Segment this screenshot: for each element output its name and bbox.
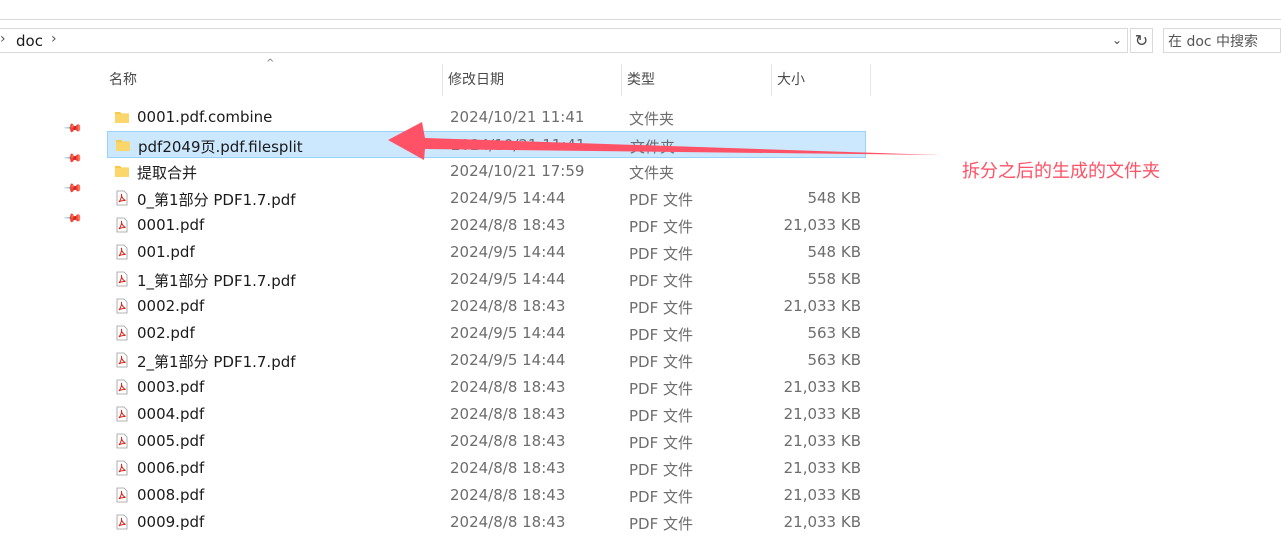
- file-name: pdf2049页.pdf.filesplit: [138, 138, 303, 156]
- file-row[interactable]: 0001.pdf.combine 2024/10/21 11:41 文件夹: [107, 104, 866, 131]
- column-header-type[interactable]: 类型: [622, 64, 772, 96]
- file-size: 563 KB: [807, 324, 861, 342]
- file-size: 21,033 KB: [783, 432, 861, 450]
- file-date: 2024/9/5 14:44: [450, 270, 566, 288]
- pin-icon[interactable]: 📌: [63, 178, 83, 198]
- search-box[interactable]: [1163, 28, 1281, 53]
- file-date: 2024/8/8 18:43: [450, 405, 566, 423]
- file-date: 2024/10/21 11:41: [450, 108, 585, 126]
- file-name: 0002.pdf: [137, 297, 205, 315]
- file-size: 21,033 KB: [783, 297, 861, 315]
- file-size: 558 KB: [807, 270, 861, 288]
- file-type: PDF 文件: [629, 461, 693, 479]
- column-header-date[interactable]: 修改日期: [443, 64, 622, 96]
- file-row[interactable]: 0009.pdf 2024/8/8 18:43 PDF 文件 21,033 KB: [107, 509, 866, 536]
- file-size: 21,033 KB: [783, 459, 861, 477]
- file-name: 0006.pdf: [137, 459, 205, 477]
- file-row[interactable]: 0004.pdf 2024/8/8 18:43 PDF 文件 21,033 KB: [107, 401, 866, 428]
- annotation-label: 拆分之后的生成的文件夹: [962, 161, 1160, 182]
- file-row[interactable]: 2_第1部分 PDF1.7.pdf 2024/9/5 14:44 PDF 文件 563…: [107, 347, 866, 374]
- file-name: 2_第1部分 PDF1.7.pdf: [137, 353, 296, 371]
- column-header-name[interactable]: 名称: [104, 64, 443, 96]
- navigation-pane: 📌 📌 📌 📌: [0, 55, 88, 526]
- refresh-button[interactable]: ↻: [1130, 28, 1153, 53]
- file-size: 21,033 KB: [783, 513, 861, 531]
- file-type: 文件夹: [629, 164, 675, 182]
- file-type: PDF 文件: [629, 434, 693, 452]
- file-size: 548 KB: [807, 189, 861, 207]
- pin-icon[interactable]: 📌: [63, 208, 83, 228]
- file-row[interactable]: 0006.pdf 2024/8/8 18:43 PDF 文件 21,033 KB: [107, 455, 866, 482]
- chevron-down-icon[interactable]: ⌄: [1112, 33, 1122, 47]
- file-name: 0001.pdf: [137, 216, 205, 234]
- file-name: 0001.pdf.combine: [137, 108, 273, 126]
- file-row[interactable]: 0005.pdf 2024/8/8 18:43 PDF 文件 21,033 KB: [107, 428, 866, 455]
- file-date: 2024/10/21 17:59: [450, 162, 585, 180]
- file-size: 548 KB: [807, 243, 861, 261]
- file-type: PDF 文件: [629, 353, 693, 371]
- file-type: PDF 文件: [629, 488, 693, 506]
- breadcrumb-chevron-icon[interactable]: ›: [0, 31, 6, 47]
- file-name: 0005.pdf: [137, 432, 205, 450]
- file-date: 2024/8/8 18:43: [450, 297, 566, 315]
- file-type: PDF 文件: [629, 380, 693, 398]
- file-size: 21,033 KB: [783, 405, 861, 423]
- file-date: 2024/8/8 18:43: [450, 216, 566, 234]
- file-row[interactable]: 0008.pdf 2024/8/8 18:43 PDF 文件 21,033 KB: [107, 482, 866, 509]
- file-name: 002.pdf: [137, 324, 195, 342]
- file-row[interactable]: 0003.pdf 2024/8/8 18:43 PDF 文件 21,033 KB: [107, 374, 866, 401]
- file-date: 2024/8/8 18:43: [450, 486, 566, 504]
- pin-icon[interactable]: 📌: [63, 118, 83, 138]
- file-row[interactable]: 1_第1部分 PDF1.7.pdf 2024/9/5 14:44 PDF 文件 558…: [107, 266, 866, 293]
- file-row[interactable]: 001.pdf 2024/9/5 14:44 PDF 文件 548 KB: [107, 239, 866, 266]
- file-size: 21,033 KB: [783, 216, 861, 234]
- file-type: PDF 文件: [629, 407, 693, 425]
- file-type: PDF 文件: [629, 299, 693, 317]
- file-date: 2024/8/8 18:43: [450, 459, 566, 477]
- file-row[interactable]: 提取合并 2024/10/21 17:59 文件夹: [107, 158, 866, 185]
- file-type: PDF 文件: [629, 326, 693, 344]
- file-name: 0008.pdf: [137, 486, 205, 504]
- file-row[interactable]: 0_第1部分 PDF1.7.pdf 2024/9/5 14:44 PDF 文件 548…: [107, 185, 866, 212]
- file-name: 0003.pdf: [137, 378, 205, 396]
- address-bar[interactable]: › doc › ⌄: [0, 28, 1128, 53]
- file-date: 2024/9/5 14:44: [450, 189, 566, 207]
- file-type: PDF 文件: [629, 218, 693, 236]
- file-name: 001.pdf: [137, 243, 195, 261]
- file-date: 2024/10/21 11:41: [451, 136, 586, 154]
- file-row[interactable]: 0001.pdf 2024/8/8 18:43 PDF 文件 21,033 KB: [107, 212, 866, 239]
- file-name: 1_第1部分 PDF1.7.pdf: [137, 272, 296, 290]
- file-name: 提取合并: [137, 164, 198, 182]
- file-date: 2024/8/8 18:43: [450, 432, 566, 450]
- column-header-size[interactable]: 大小: [772, 64, 871, 96]
- file-type: PDF 文件: [629, 515, 693, 533]
- search-input[interactable]: [1166, 30, 1281, 53]
- title-bar-divider: [0, 19, 1281, 20]
- file-name: 0_第1部分 PDF1.7.pdf: [137, 191, 296, 209]
- file-row[interactable]: pdf2049页.pdf.filesplit 2024/10/21 11:41 文件…: [107, 131, 866, 158]
- file-type: PDF 文件: [629, 191, 693, 209]
- file-date: 2024/9/5 14:44: [450, 324, 566, 342]
- file-size: 563 KB: [807, 351, 861, 369]
- file-type: PDF 文件: [629, 272, 693, 290]
- file-type: 文件夹: [629, 110, 675, 128]
- file-size: 21,033 KB: [783, 378, 861, 396]
- file-type: PDF 文件: [629, 245, 693, 263]
- file-date: 2024/9/5 14:44: [450, 351, 566, 369]
- file-size: 21,033 KB: [783, 486, 861, 504]
- file-name: 0004.pdf: [137, 405, 205, 423]
- file-date: 2024/8/8 18:43: [450, 378, 566, 396]
- breadcrumb-chevron-icon[interactable]: ›: [51, 31, 57, 47]
- pin-icon[interactable]: 📌: [63, 148, 83, 168]
- file-name: 0009.pdf: [137, 513, 205, 531]
- file-type: 文件夹: [630, 138, 676, 156]
- file-row[interactable]: 002.pdf 2024/9/5 14:44 PDF 文件 563 KB: [107, 320, 866, 347]
- file-date: 2024/8/8 18:43: [450, 513, 566, 531]
- file-row[interactable]: 0002.pdf 2024/8/8 18:43 PDF 文件 21,033 KB: [107, 293, 866, 320]
- file-date: 2024/9/5 14:44: [450, 243, 566, 261]
- breadcrumb-doc[interactable]: doc: [16, 32, 43, 50]
